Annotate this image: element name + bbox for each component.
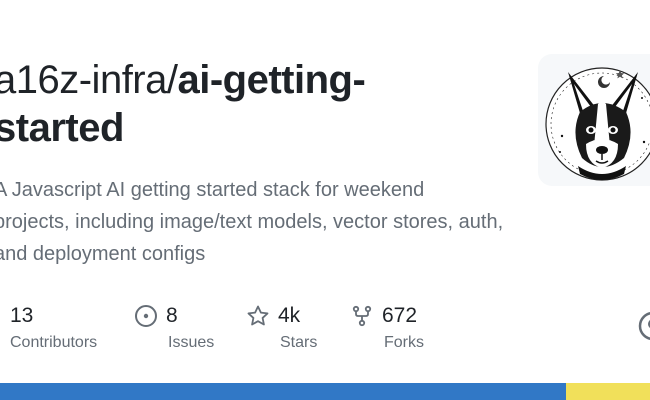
stars-count: 4k [278,304,301,327]
language-bar [0,383,650,400]
repo-description: A Javascript AI getting started stack fo… [0,179,504,265]
contributors-count: 13 [10,304,34,327]
issues-label: Issues [168,334,215,351]
language-bar-segment [0,383,566,400]
avatar [538,54,650,186]
stat-issues[interactable]: 8 Issues [134,302,214,362]
issues-count: 8 [166,304,178,327]
forks-label: Forks [384,334,424,351]
repo-title[interactable]: a16z-infra/ai-getting-started [0,56,494,152]
github-logo-icon [638,311,650,341]
repo-owner[interactable]: a16z-infra/ [0,58,178,102]
stat-stars[interactable]: 4k Stars [246,302,317,362]
fork-icon [350,304,374,328]
stars-label: Stars [280,334,318,351]
stat-forks[interactable]: 672 Forks [350,302,424,362]
stat-contributors[interactable]: 13 Contributors [10,302,97,362]
repo-social-card: a16z-infra/ai-getting-started A Javascri… [0,0,650,400]
forks-count: 672 [382,304,418,327]
contributors-label: Contributors [10,334,98,351]
corgi-logo-icon [545,67,650,181]
repo-stats: 13 Contributors 8 Issues 4k Stars 672 Fo… [0,302,650,362]
language-bar-segment [565,383,650,400]
star-icon [246,304,270,328]
issue-icon [134,304,158,328]
